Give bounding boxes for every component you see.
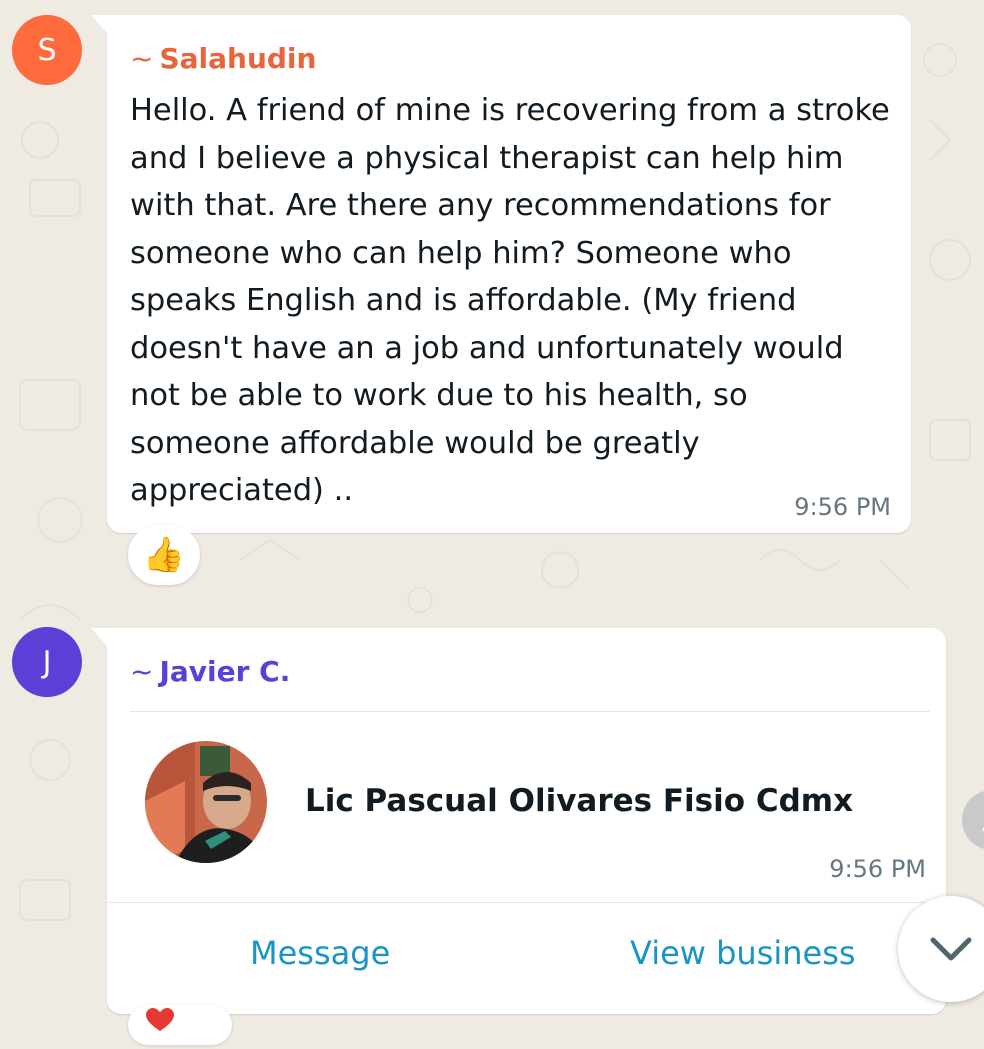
message-time: 9:56 PM [794,493,891,521]
avatar-letter: S [37,32,57,68]
sender-prefix: ~ [130,655,154,688]
thumbs-up-icon: 👍 [142,535,186,575]
contact-card-bubble[interactable]: ~ Javier C. Lic Pascual Olivares Fisio Cd… [91,628,946,1014]
contact-photo[interactable] [145,741,267,863]
scroll-to-bottom-button[interactable] [898,896,984,1002]
message-time: 9:56 PM [829,855,926,883]
forward-glyph [982,826,984,832]
sender-name[interactable]: ~ Salahudin [130,42,316,75]
contact-name: Lic Pascual Olivares Fisio Cdmx [305,783,854,819]
sender-avatar-salahudin[interactable]: S [12,15,82,85]
sender-avatar-javier[interactable]: J [12,627,82,697]
message-bubble[interactable]: ~ Salahudin Hello. A friend of mine is re… [91,15,911,533]
view-business-button[interactable]: View business [630,934,856,972]
reaction-badge[interactable] [128,1005,232,1045]
sender-prefix: ~ [130,42,154,75]
actions-divider [107,902,946,903]
chevron-down-icon [930,937,972,961]
header-divider [130,711,930,712]
sender-name-text: Javier C. [159,655,291,688]
heart-icon [146,1008,174,1031]
avatar-letter: J [42,644,52,680]
sender-name[interactable]: ~ Javier C. [130,655,290,688]
message-button[interactable]: Message [250,934,390,972]
reaction-badge[interactable]: 👍 [128,525,200,585]
message-text: Hello. A friend of mine is recovering fr… [130,93,890,508]
person-photo-icon [145,741,267,863]
forward-icon[interactable] [962,790,984,850]
bubble-tail [91,628,107,646]
sender-name-text: Salahudin [159,42,317,75]
bubble-tail [91,15,107,33]
